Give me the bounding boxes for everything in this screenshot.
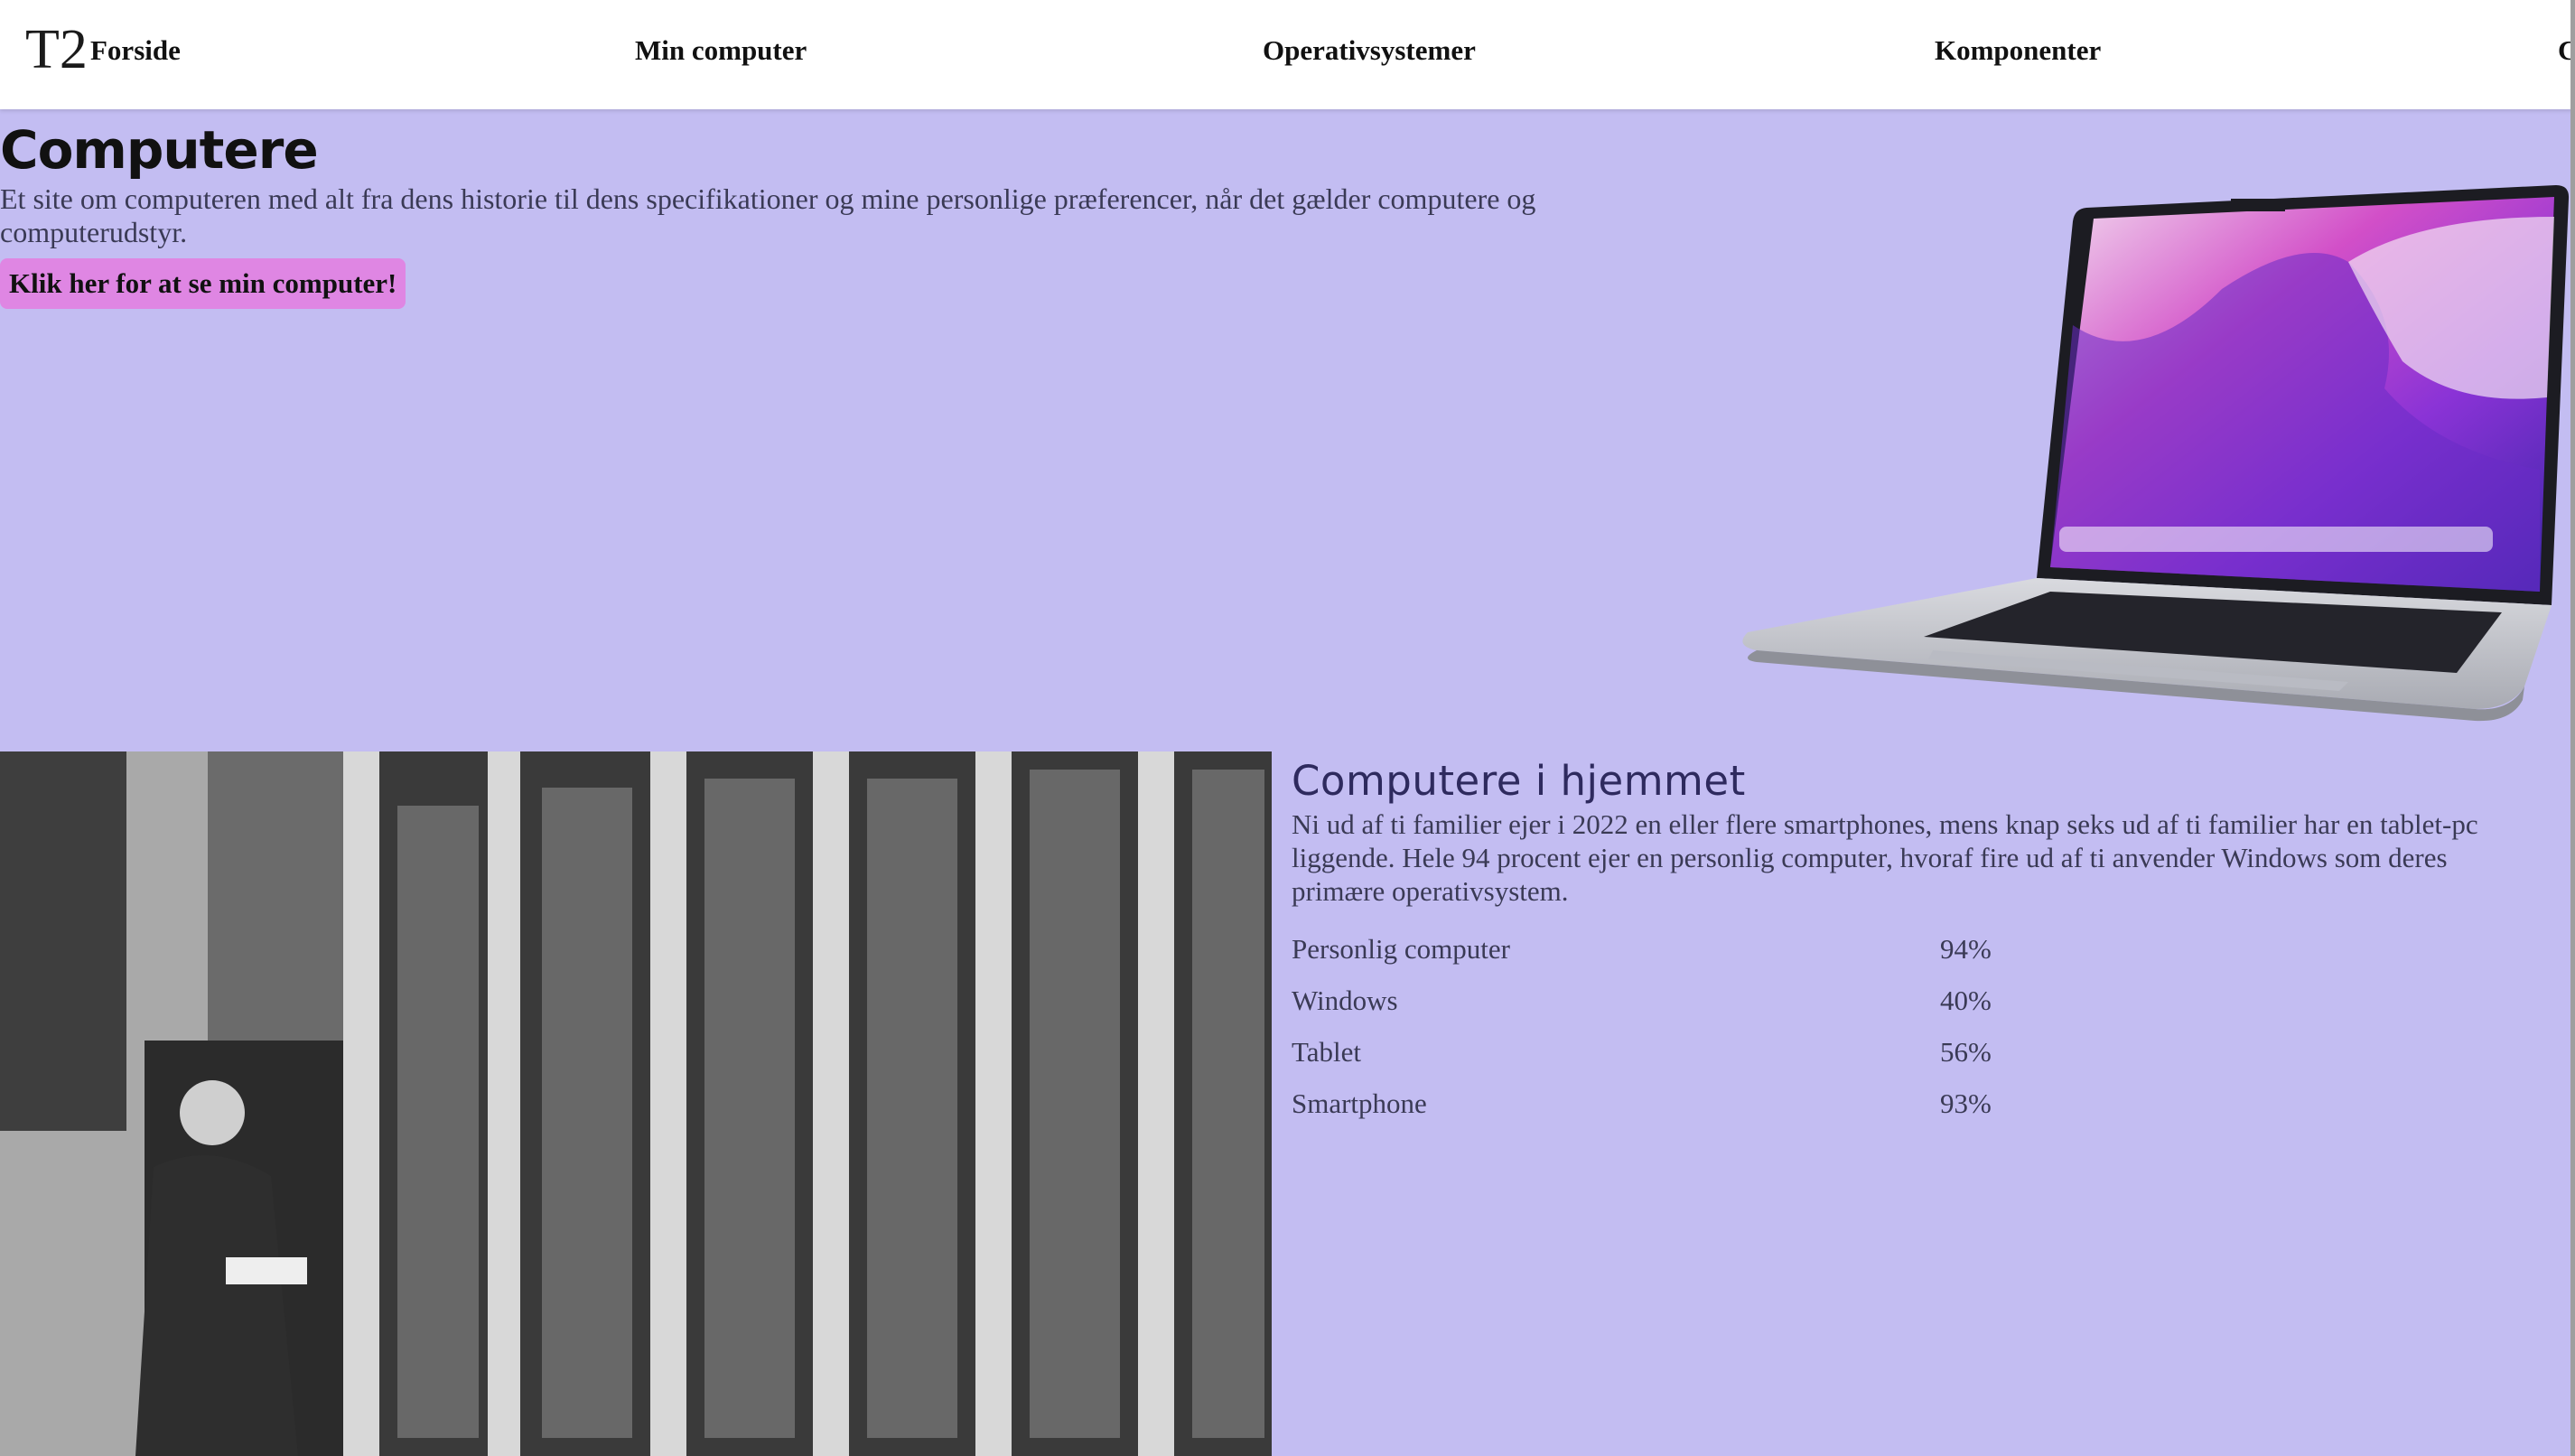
table-row: Smartphone 93% [1292, 1078, 1992, 1129]
nav-link-komponenter[interactable]: Komponenter [1935, 31, 2101, 70]
table-row: Personlig computer 94% [1292, 923, 1992, 975]
laptop-image [1742, 185, 2570, 722]
nav-link-operativsystemer[interactable]: Operativsystemer [1263, 31, 1476, 70]
page-scrollbar[interactable] [2570, 0, 2575, 1456]
stat-label: Personlig computer [1292, 932, 1510, 965]
nav-link-min-computer[interactable]: Min computer [635, 31, 807, 70]
table-row: Windows 40% [1292, 975, 1992, 1026]
nav-link-forside[interactable]: Forside [90, 31, 181, 70]
stats-table: Personlig computer 94% Windows 40% Table… [1292, 923, 1992, 1129]
section-description: Ni ud af ti familier ejer i 2022 en elle… [1292, 808, 2478, 907]
stat-label: Windows [1292, 984, 1398, 1016]
hero-description: Et site om computeren med alt fra dens h… [0, 182, 1536, 248]
top-navigation: T2 Forside Min computer Operativsystemer… [0, 0, 2575, 109]
page-title: Computere [0, 119, 319, 181]
table-row: Tablet 56% [1292, 1026, 1992, 1078]
stat-value: 56% [1940, 1035, 1992, 1068]
stat-label: Smartphone [1292, 1087, 1427, 1119]
stat-value: 94% [1940, 932, 1992, 965]
section-title: Computere i hjemmet [1292, 757, 1746, 805]
see-my-computer-button[interactable]: Klik her for at se min computer! [0, 258, 406, 309]
vintage-computer-photo [0, 751, 1272, 1456]
stat-label: Tablet [1292, 1035, 1362, 1068]
stat-value: 40% [1940, 984, 1992, 1016]
site-logo[interactable]: T2 [25, 13, 88, 87]
stat-value: 93% [1940, 1087, 1992, 1119]
